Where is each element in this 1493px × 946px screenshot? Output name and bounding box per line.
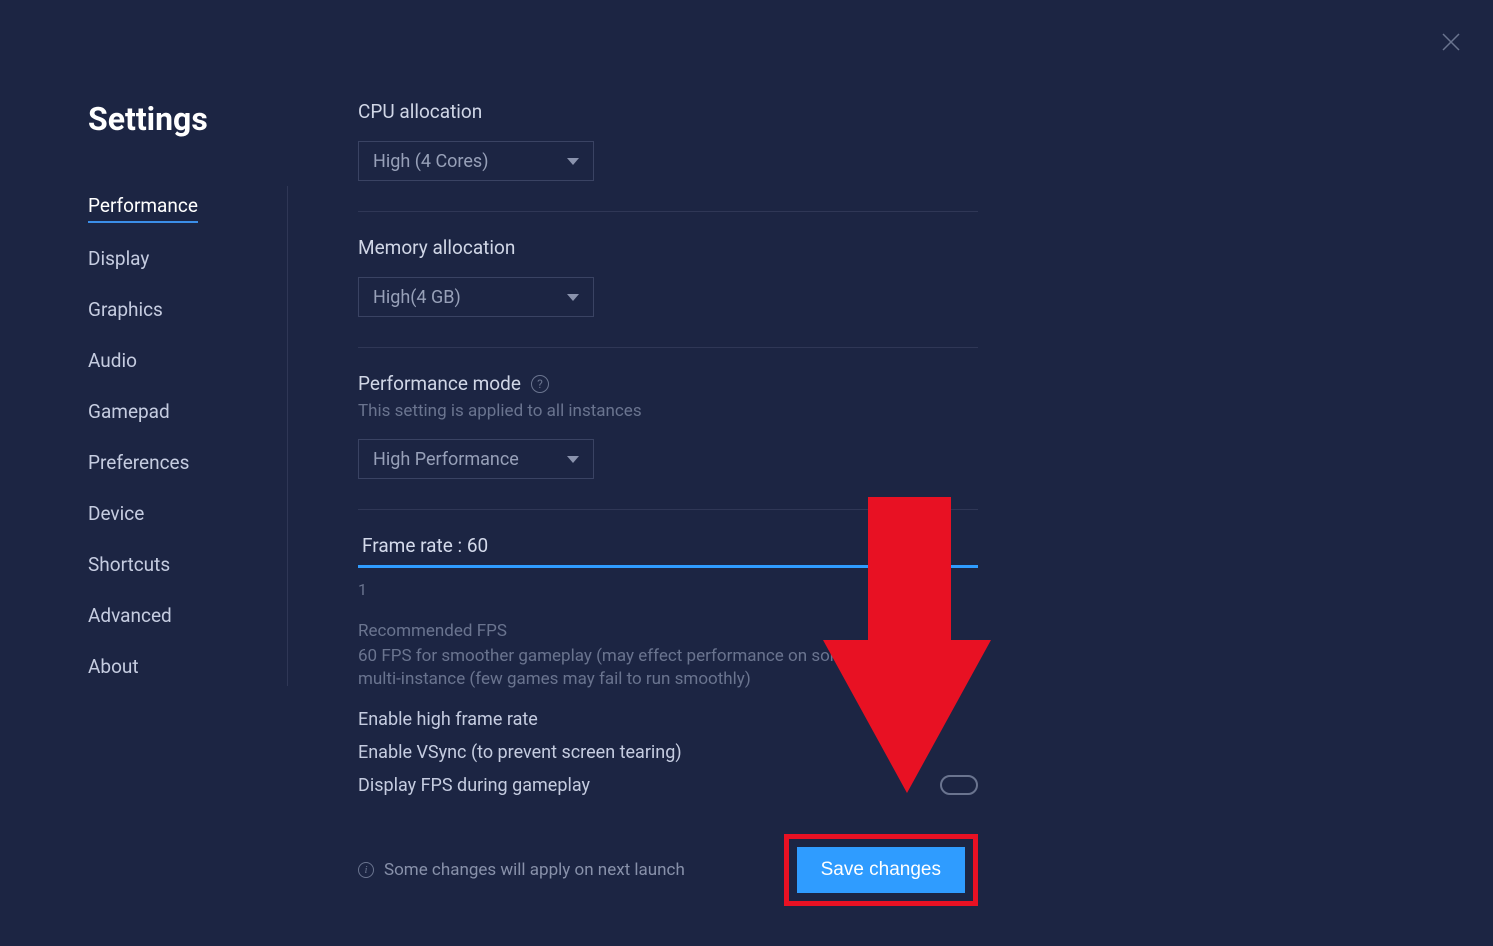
performance-mode-label-text: Performance mode — [358, 372, 521, 395]
performance-mode-value: High Performance — [373, 449, 519, 470]
sidebar: Performance Display Graphics Audio Gamep… — [88, 186, 288, 686]
cpu-allocation-value: High (4 Cores) — [373, 151, 488, 172]
save-button[interactable]: Save changes — [797, 847, 965, 893]
sidebar-item-advanced[interactable]: Advanced — [88, 596, 172, 635]
footer-note-text: Some changes will apply on next launch — [384, 860, 685, 880]
enable-vsync-row: Enable VSync (to prevent screen tearing) — [358, 742, 978, 763]
performance-mode-sublabel: This setting is applied to all instances — [358, 401, 978, 421]
cpu-allocation-dropdown[interactable]: High (4 Cores) — [358, 141, 594, 181]
enable-high-frame-rate-label: Enable high frame rate — [358, 709, 538, 730]
performance-mode-dropdown[interactable]: High Performance — [358, 439, 594, 479]
performance-mode-group: Performance mode ? This setting is appli… — [358, 372, 978, 510]
close-icon — [1440, 31, 1462, 53]
frame-rate-slider[interactable] — [358, 565, 978, 568]
sidebar-item-performance[interactable]: Performance — [88, 186, 198, 223]
footer-note: i Some changes will apply on next launch — [358, 860, 685, 880]
display-fps-toggle[interactable] — [940, 775, 978, 795]
cpu-allocation-label: CPU allocation — [358, 100, 978, 123]
help-icon[interactable]: ? — [531, 375, 549, 393]
sidebar-item-display[interactable]: Display — [88, 239, 149, 278]
recommended-fps-body: 60 FPS for smoother gameplay (may effect… — [358, 645, 978, 691]
enable-vsync-label: Enable VSync (to prevent screen tearing) — [358, 742, 682, 763]
display-fps-row: Display FPS during gameplay — [358, 775, 978, 796]
page-title: Settings — [88, 100, 288, 138]
info-icon: i — [358, 862, 374, 878]
sidebar-item-gamepad[interactable]: Gamepad — [88, 392, 170, 431]
frame-rate-tick-min: 1 — [358, 580, 978, 599]
footer-row: i Some changes will apply on next launch… — [358, 834, 978, 906]
memory-allocation-dropdown[interactable]: High(4 GB) — [358, 277, 594, 317]
memory-allocation-label: Memory allocation — [358, 236, 978, 259]
memory-allocation-group: Memory allocation High(4 GB) — [358, 236, 978, 348]
sidebar-item-audio[interactable]: Audio — [88, 341, 137, 380]
performance-mode-label: Performance mode ? — [358, 372, 978, 395]
display-fps-label: Display FPS during gameplay — [358, 775, 590, 796]
frame-rate-label: Frame rate : 60 — [358, 534, 978, 557]
chevron-down-icon — [567, 294, 579, 301]
sidebar-item-preferences[interactable]: Preferences — [88, 443, 189, 482]
save-button-highlight: Save changes — [784, 834, 978, 906]
chevron-down-icon — [567, 456, 579, 463]
enable-high-frame-rate-row: Enable high frame rate — [358, 709, 978, 730]
sidebar-item-about[interactable]: About — [88, 647, 139, 686]
recommended-fps-title: Recommended FPS — [358, 621, 978, 641]
close-button[interactable] — [1439, 30, 1463, 54]
settings-main: CPU allocation High (4 Cores) Memory all… — [358, 100, 978, 906]
cpu-allocation-group: CPU allocation High (4 Cores) — [358, 100, 978, 212]
sidebar-item-device[interactable]: Device — [88, 494, 144, 533]
sidebar-item-graphics[interactable]: Graphics — [88, 290, 163, 329]
sidebar-item-shortcuts[interactable]: Shortcuts — [88, 545, 170, 584]
memory-allocation-value: High(4 GB) — [373, 287, 461, 308]
frame-rate-group: Frame rate : 60 1 Recommended FPS 60 FPS… — [358, 534, 978, 796]
chevron-down-icon — [567, 158, 579, 165]
